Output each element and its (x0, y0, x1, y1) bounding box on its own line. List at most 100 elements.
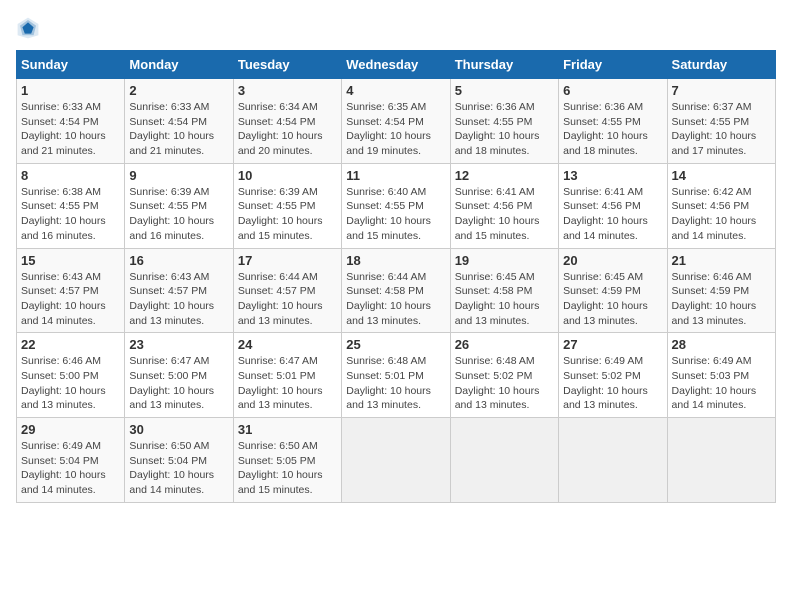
day-cell (559, 418, 667, 503)
column-header-thursday: Thursday (450, 51, 558, 79)
day-cell: 12 Sunrise: 6:41 AM Sunset: 4:56 PM Dayli… (450, 163, 558, 248)
day-number: 28 (672, 337, 771, 352)
day-info: Sunrise: 6:36 AM Sunset: 4:55 PM Dayligh… (455, 100, 554, 159)
day-number: 16 (129, 253, 228, 268)
column-header-saturday: Saturday (667, 51, 775, 79)
column-header-sunday: Sunday (17, 51, 125, 79)
day-info: Sunrise: 6:44 AM Sunset: 4:58 PM Dayligh… (346, 270, 445, 329)
day-number: 10 (238, 168, 337, 183)
day-cell: 11Sunrise: 6:40 AM Sunset: 4:55 PM Dayli… (342, 163, 450, 248)
day-number: 22 (21, 337, 120, 352)
day-info: Sunrise: 6:37 AM Sunset: 4:55 PM Dayligh… (672, 100, 771, 159)
day-cell: 1 Sunrise: 6:33 AM Sunset: 4:54 PM Daylig… (17, 79, 125, 164)
day-cell: 9 Sunrise: 6:39 AM Sunset: 4:55 PM Daylig… (125, 163, 233, 248)
day-info: Sunrise: 6:45 AM Sunset: 4:58 PM Dayligh… (455, 270, 554, 329)
day-info: Sunrise: 6:36 AM Sunset: 4:55 PM Dayligh… (563, 100, 662, 159)
day-number: 5 (455, 83, 554, 98)
day-cell: 31Sunrise: 6:50 AM Sunset: 5:05 PM Dayli… (233, 418, 341, 503)
day-info: Sunrise: 6:33 AM Sunset: 4:54 PM Dayligh… (21, 100, 120, 159)
day-cell: 10 Sunrise: 6:39 AM Sunset: 4:55 PM Dayli… (233, 163, 341, 248)
day-info: Sunrise: 6:49 AM Sunset: 5:04 PM Dayligh… (21, 439, 120, 498)
logo-icon (16, 16, 40, 40)
day-info: Sunrise: 6:43 AM Sunset: 4:57 PM Dayligh… (129, 270, 228, 329)
day-info: Sunrise: 6:39 AM Sunset: 4:55 PM Dayligh… (129, 185, 228, 244)
day-cell: 24Sunrise: 6:47 AM Sunset: 5:01 PM Dayli… (233, 333, 341, 418)
day-number: 8 (21, 168, 120, 183)
day-cell: 3 Sunrise: 6:34 AM Sunset: 4:54 PM Daylig… (233, 79, 341, 164)
day-cell: 22 Sunrise: 6:46 AM Sunset: 5:00 PM Dayli… (17, 333, 125, 418)
day-info: Sunrise: 6:42 AM Sunset: 4:56 PM Dayligh… (672, 185, 771, 244)
day-info: Sunrise: 6:38 AM Sunset: 4:55 PM Dayligh… (21, 185, 120, 244)
day-cell: 21Sunrise: 6:46 AM Sunset: 4:59 PM Dayli… (667, 248, 775, 333)
week-row-3: 15Sunrise: 6:43 AM Sunset: 4:57 PM Dayli… (17, 248, 776, 333)
day-info: Sunrise: 6:48 AM Sunset: 5:01 PM Dayligh… (346, 354, 445, 413)
column-header-monday: Monday (125, 51, 233, 79)
day-cell: 15Sunrise: 6:43 AM Sunset: 4:57 PM Dayli… (17, 248, 125, 333)
column-header-friday: Friday (559, 51, 667, 79)
day-cell: 18 Sunrise: 6:44 AM Sunset: 4:58 PM Dayli… (342, 248, 450, 333)
day-cell: 5 Sunrise: 6:36 AM Sunset: 4:55 PM Daylig… (450, 79, 558, 164)
day-cell: 28 Sunrise: 6:49 AM Sunset: 5:03 PM Dayli… (667, 333, 775, 418)
day-cell (450, 418, 558, 503)
day-number: 26 (455, 337, 554, 352)
day-number: 29 (21, 422, 120, 437)
day-cell: 14 Sunrise: 6:42 AM Sunset: 4:56 PM Dayli… (667, 163, 775, 248)
day-info: Sunrise: 6:49 AM Sunset: 5:03 PM Dayligh… (672, 354, 771, 413)
week-row-4: 22 Sunrise: 6:46 AM Sunset: 5:00 PM Dayli… (17, 333, 776, 418)
header-row: SundayMondayTuesdayWednesdayThursdayFrid… (17, 51, 776, 79)
day-number: 30 (129, 422, 228, 437)
day-cell: 20 Sunrise: 6:45 AM Sunset: 4:59 PM Dayli… (559, 248, 667, 333)
day-cell: 27 Sunrise: 6:49 AM Sunset: 5:02 PM Dayli… (559, 333, 667, 418)
day-info: Sunrise: 6:47 AM Sunset: 5:00 PM Dayligh… (129, 354, 228, 413)
logo (16, 16, 44, 40)
day-cell: 7 Sunrise: 6:37 AM Sunset: 4:55 PM Daylig… (667, 79, 775, 164)
day-info: Sunrise: 6:39 AM Sunset: 4:55 PM Dayligh… (238, 185, 337, 244)
day-cell: 17 Sunrise: 6:44 AM Sunset: 4:57 PM Dayli… (233, 248, 341, 333)
day-number: 3 (238, 83, 337, 98)
day-info: Sunrise: 6:33 AM Sunset: 4:54 PM Dayligh… (129, 100, 228, 159)
day-info: Sunrise: 6:46 AM Sunset: 5:00 PM Dayligh… (21, 354, 120, 413)
day-cell: 23 Sunrise: 6:47 AM Sunset: 5:00 PM Dayli… (125, 333, 233, 418)
day-cell (342, 418, 450, 503)
calendar-table: SundayMondayTuesdayWednesdayThursdayFrid… (16, 50, 776, 503)
week-row-2: 8 Sunrise: 6:38 AM Sunset: 4:55 PM Daylig… (17, 163, 776, 248)
day-number: 18 (346, 253, 445, 268)
day-number: 31 (238, 422, 337, 437)
day-cell: 26Sunrise: 6:48 AM Sunset: 5:02 PM Dayli… (450, 333, 558, 418)
day-info: Sunrise: 6:40 AM Sunset: 4:55 PM Dayligh… (346, 185, 445, 244)
day-info: Sunrise: 6:34 AM Sunset: 4:54 PM Dayligh… (238, 100, 337, 159)
day-cell: 29 Sunrise: 6:49 AM Sunset: 5:04 PM Dayli… (17, 418, 125, 503)
day-number: 4 (346, 83, 445, 98)
day-number: 2 (129, 83, 228, 98)
day-info: Sunrise: 6:46 AM Sunset: 4:59 PM Dayligh… (672, 270, 771, 329)
day-info: Sunrise: 6:35 AM Sunset: 4:54 PM Dayligh… (346, 100, 445, 159)
day-number: 13 (563, 168, 662, 183)
day-info: Sunrise: 6:41 AM Sunset: 4:56 PM Dayligh… (563, 185, 662, 244)
day-number: 1 (21, 83, 120, 98)
day-cell: 16 Sunrise: 6:43 AM Sunset: 4:57 PM Dayli… (125, 248, 233, 333)
day-number: 9 (129, 168, 228, 183)
day-number: 14 (672, 168, 771, 183)
day-number: 12 (455, 168, 554, 183)
day-info: Sunrise: 6:44 AM Sunset: 4:57 PM Dayligh… (238, 270, 337, 329)
day-cell (667, 418, 775, 503)
day-cell: 25Sunrise: 6:48 AM Sunset: 5:01 PM Dayli… (342, 333, 450, 418)
day-cell: 13 Sunrise: 6:41 AM Sunset: 4:56 PM Dayli… (559, 163, 667, 248)
day-cell: 30Sunrise: 6:50 AM Sunset: 5:04 PM Dayli… (125, 418, 233, 503)
day-number: 17 (238, 253, 337, 268)
day-info: Sunrise: 6:45 AM Sunset: 4:59 PM Dayligh… (563, 270, 662, 329)
column-header-wednesday: Wednesday (342, 51, 450, 79)
week-row-5: 29 Sunrise: 6:49 AM Sunset: 5:04 PM Dayli… (17, 418, 776, 503)
day-number: 19 (455, 253, 554, 268)
day-number: 7 (672, 83, 771, 98)
day-info: Sunrise: 6:47 AM Sunset: 5:01 PM Dayligh… (238, 354, 337, 413)
day-number: 20 (563, 253, 662, 268)
day-number: 23 (129, 337, 228, 352)
page-header (16, 16, 776, 40)
day-info: Sunrise: 6:41 AM Sunset: 4:56 PM Dayligh… (455, 185, 554, 244)
day-cell: 6Sunrise: 6:36 AM Sunset: 4:55 PM Daylig… (559, 79, 667, 164)
day-number: 27 (563, 337, 662, 352)
day-cell: 8 Sunrise: 6:38 AM Sunset: 4:55 PM Daylig… (17, 163, 125, 248)
day-info: Sunrise: 6:49 AM Sunset: 5:02 PM Dayligh… (563, 354, 662, 413)
day-cell: 19 Sunrise: 6:45 AM Sunset: 4:58 PM Dayli… (450, 248, 558, 333)
